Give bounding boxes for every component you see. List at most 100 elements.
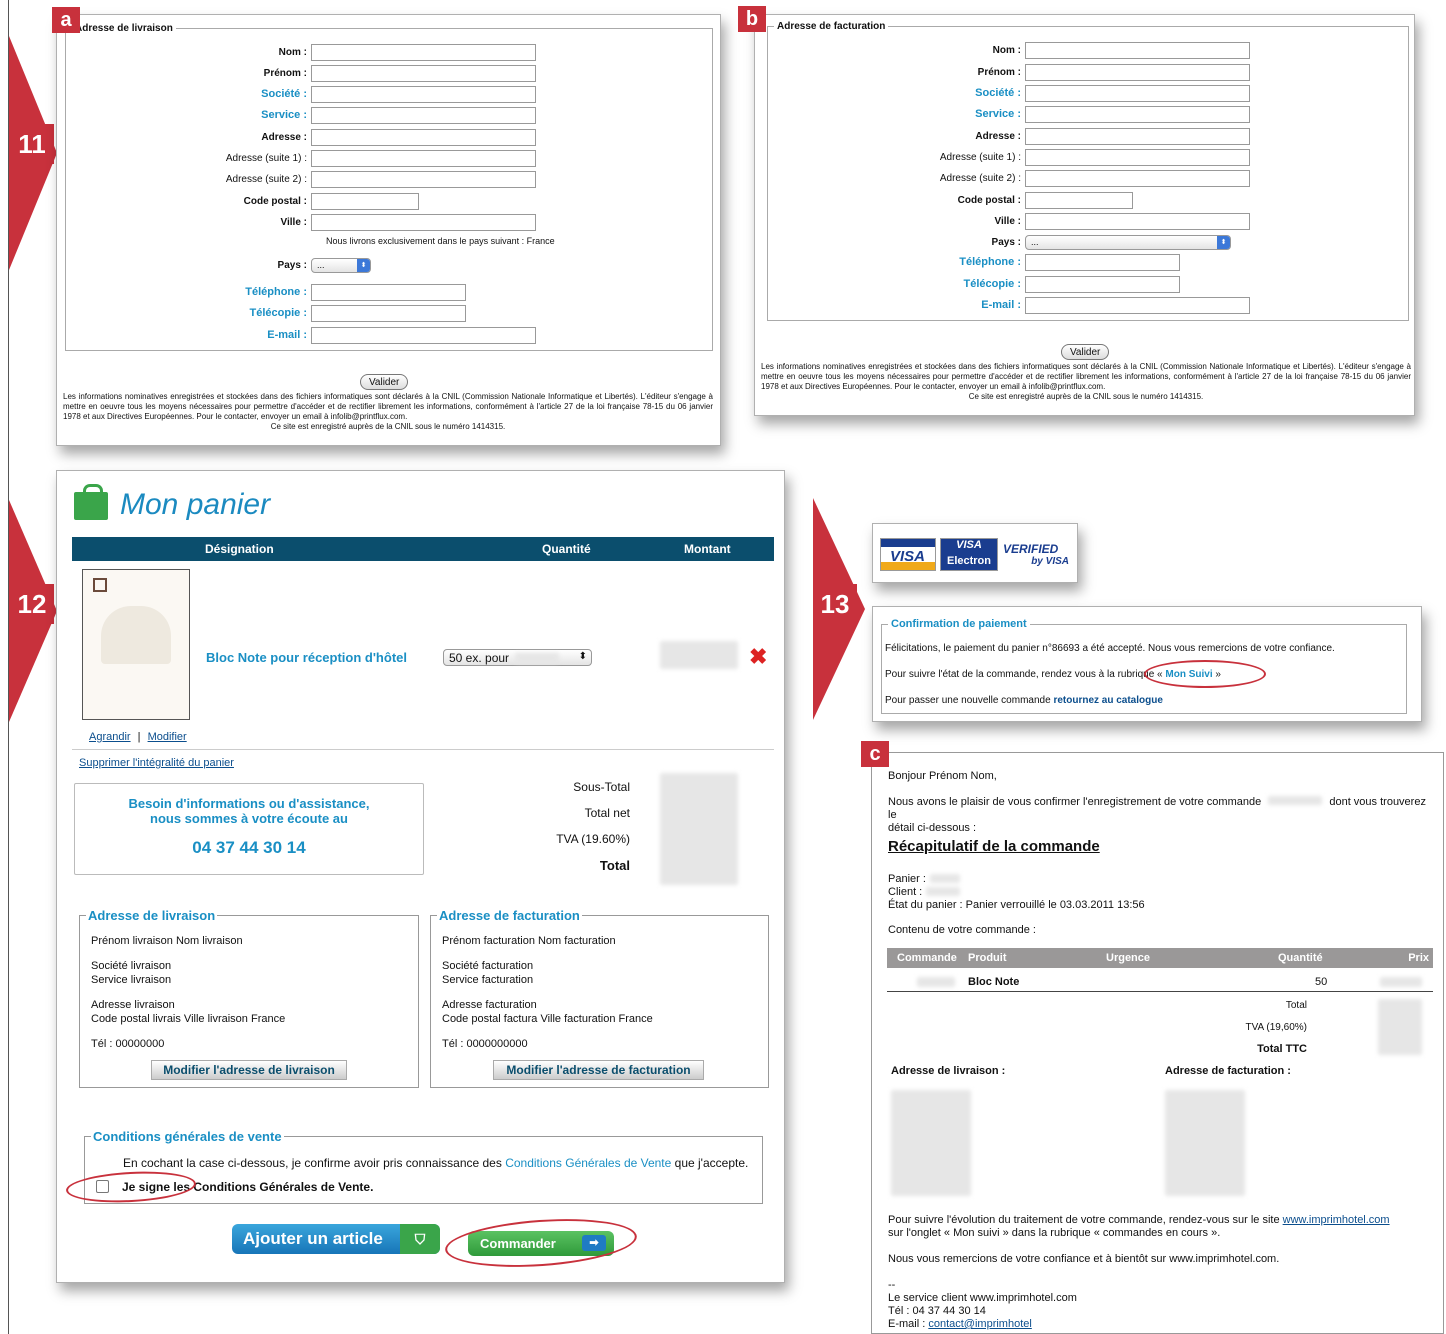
billing-name: Prénom facturation Nom facturation xyxy=(442,935,616,947)
visa-logo-icon: VISA xyxy=(880,538,936,571)
blurred-panier xyxy=(930,874,960,883)
prenom-input[interactable] xyxy=(1025,63,1250,81)
agrandir-link[interactable]: Agrandir xyxy=(89,731,131,743)
col-urgence: Urgence xyxy=(1106,952,1151,964)
label-email: E-mail : xyxy=(267,329,307,341)
email-heading: Récapitulatif de la commande xyxy=(888,838,1100,855)
delivery-phone: Tél : 00000000 xyxy=(91,1038,165,1050)
label-nom: Nom : xyxy=(992,44,1021,56)
service-input[interactable] xyxy=(1025,105,1250,123)
edit-delivery-address-button[interactable]: Modifier l'adresse de livraison xyxy=(151,1060,347,1080)
label-service: Service : xyxy=(975,108,1021,120)
help-phone: 04 37 44 30 14 xyxy=(192,838,306,857)
row-quantite: 50 xyxy=(1315,976,1328,988)
billing-company: Société facturation xyxy=(442,960,534,972)
ville-input[interactable] xyxy=(311,213,536,231)
blurred-order-number xyxy=(1268,796,1323,805)
telecopie-input[interactable] xyxy=(1025,275,1180,293)
col-designation: Désignation xyxy=(205,542,274,556)
select-arrows-icon: ⬍ xyxy=(357,258,370,272)
label-telephone: Téléphone : xyxy=(245,286,307,298)
adresse-suite2-input[interactable] xyxy=(311,170,536,188)
billing-phone: Tél : 0000000000 xyxy=(442,1038,528,1050)
email-intro: Nous avons le plaisir de vous confirmer … xyxy=(888,796,1426,834)
step-label-11: 11 xyxy=(10,124,54,164)
email-status: État du panier : Panier verrouillé le 03… xyxy=(888,899,1145,911)
add-article-button[interactable]: Ajouter un article ⛉ xyxy=(232,1224,440,1254)
telecopie-input[interactable] xyxy=(311,304,466,322)
col-prix: Prix xyxy=(1408,952,1429,964)
societe-input[interactable] xyxy=(311,85,536,103)
clear-cart-link[interactable]: Supprimer l'intégralité du panier xyxy=(79,757,234,769)
cgv-link[interactable]: Conditions Générales de Vente xyxy=(505,1156,671,1170)
website-link[interactable]: www.imprimhotel.com xyxy=(1283,1214,1390,1226)
code-postal-input[interactable] xyxy=(1025,191,1133,209)
label-societe: Société : xyxy=(261,88,307,100)
nom-input[interactable] xyxy=(311,43,536,61)
contact-email-link[interactable]: contact@imprimhotel xyxy=(928,1318,1031,1330)
blurred-order-id xyxy=(917,977,955,987)
adresse-input[interactable] xyxy=(1025,127,1250,145)
adresse-input[interactable] xyxy=(311,128,536,146)
blurred-amount xyxy=(660,641,738,669)
billing-legend: Adresse de facturation xyxy=(777,21,886,32)
nom-input[interactable] xyxy=(1025,41,1250,59)
telephone-input[interactable] xyxy=(311,283,466,301)
societe-input[interactable] xyxy=(1025,84,1250,102)
blurred-delivery-address xyxy=(891,1090,971,1196)
adresse-suite1-input[interactable] xyxy=(311,149,536,167)
label-adresse-suite2: Adresse (suite 2) : xyxy=(939,172,1021,184)
payment-legend: Confirmation de paiement xyxy=(891,618,1027,630)
tag-b: b xyxy=(738,6,766,32)
select-arrows-icon: ⬍ xyxy=(578,651,587,662)
valider-button[interactable]: Valider xyxy=(1061,344,1110,360)
code-postal-input[interactable] xyxy=(311,192,419,210)
email-client: Client : xyxy=(888,886,923,898)
delivery-name: Prénom livraison Nom livraison xyxy=(91,935,243,947)
country-note: Nous livrons exclusivement dans le pays … xyxy=(326,236,555,246)
logo-icon xyxy=(93,578,107,592)
label-telephone: Téléphone : xyxy=(959,256,1021,268)
email-signature-2: Tél : 04 37 44 30 14 xyxy=(888,1305,986,1317)
ville-input[interactable] xyxy=(1025,212,1250,230)
email-input[interactable] xyxy=(311,326,536,344)
quantity-select[interactable]: 50 ex. pour ⬍ xyxy=(443,649,592,666)
email-dash: -- xyxy=(888,1279,896,1291)
product-thumbnail[interactable] xyxy=(82,569,190,720)
shopping-bag-icon xyxy=(74,484,108,520)
cart-billing-legend: Adresse de facturation xyxy=(439,908,580,923)
email-tva-label: TVA (19,60%) xyxy=(1245,1022,1307,1033)
blurred-row-price xyxy=(1380,977,1422,987)
delete-icon[interactable]: ✖ xyxy=(749,644,767,670)
email-signature-3: E-mail : contact@imprimhotel xyxy=(888,1318,1032,1330)
email-follow-up: Pour suivre l'évolution du traitement de… xyxy=(888,1214,1390,1239)
tag-a: a xyxy=(52,7,80,33)
blurred-price xyxy=(515,652,560,663)
catalogue-link[interactable]: retournez au catalogue xyxy=(1053,695,1162,706)
cgv-legend: Conditions générales de vente xyxy=(93,1129,282,1144)
email-input[interactable] xyxy=(1025,296,1250,314)
valider-button[interactable]: Valider xyxy=(360,374,409,390)
legal-text: Les informations nominatives enregistrée… xyxy=(63,392,713,431)
help-box: Besoin d'informations ou d'assistance, n… xyxy=(74,783,424,875)
product-name[interactable]: Bloc Note pour réception d'hôtel xyxy=(206,650,407,665)
cart-delivery-legend: Adresse de livraison xyxy=(88,908,216,923)
email-thanks: Nous vous remercions de votre confiance … xyxy=(888,1253,1280,1265)
pays-select[interactable]: ... ⬍ xyxy=(1025,234,1231,250)
edit-billing-address-button[interactable]: Modifier l'adresse de facturation xyxy=(493,1060,704,1080)
email-ttc-label: Total TTC xyxy=(1257,1043,1307,1055)
prenom-input[interactable] xyxy=(311,64,536,82)
modifier-link[interactable]: Modifier xyxy=(148,731,187,743)
link-separator: | xyxy=(137,731,141,743)
email-greeting: Bonjour Prénom Nom, xyxy=(888,770,997,782)
pays-select[interactable]: ... ⬍ xyxy=(311,257,371,273)
crown-watermark-icon xyxy=(101,606,171,664)
cgv-text: En cochant la case ci-dessous, je confir… xyxy=(123,1156,749,1170)
label-adresse-suite2: Adresse (suite 2) : xyxy=(225,173,307,185)
adresse-suite1-input[interactable] xyxy=(1025,148,1250,166)
blurred-email-totals xyxy=(1378,999,1422,1055)
tva-label: TVA (19.60%) xyxy=(556,832,630,846)
adresse-suite2-input[interactable] xyxy=(1025,169,1250,187)
service-input[interactable] xyxy=(311,106,536,124)
telephone-input[interactable] xyxy=(1025,253,1180,271)
